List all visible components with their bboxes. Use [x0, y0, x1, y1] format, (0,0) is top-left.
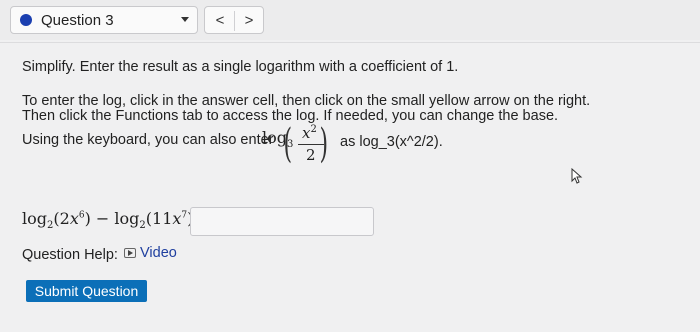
question-selector[interactable]: Question 3	[10, 6, 198, 34]
submit-question-button[interactable]: Submit Question	[26, 280, 147, 302]
keyboard-hint-prefix: Using the keyboard, you can also enter	[22, 132, 274, 148]
question-nav: < >	[204, 6, 264, 34]
header-divider	[0, 42, 700, 43]
instruction-log-line1: To enter the log, click in the answer ce…	[22, 93, 591, 109]
question-help-label: Question Help:	[22, 247, 118, 263]
prev-question-button[interactable]: <	[207, 11, 233, 31]
nav-separator	[234, 11, 235, 31]
chevron-down-icon	[181, 17, 189, 22]
mouse-cursor-icon	[571, 168, 583, 184]
fraction-denominator: 2	[306, 146, 316, 164]
top-bar: Question 3 < >	[0, 0, 700, 40]
status-dot-icon	[20, 14, 32, 26]
right-paren: )	[319, 121, 329, 167]
video-label: Video	[140, 245, 177, 261]
instruction-simplify: Simplify. Enter the result as a single l…	[22, 59, 459, 75]
fraction-numerator: x2	[302, 124, 317, 142]
left-paren: (	[283, 121, 293, 167]
problem-expression: log2(2x6) − log2(11x7)=	[22, 209, 207, 232]
question-label: Question 3	[41, 12, 114, 29]
answer-input[interactable]	[190, 207, 374, 236]
video-play-icon	[124, 248, 136, 258]
video-link[interactable]: Video	[124, 245, 177, 265]
keyboard-hint-suffix: as log_3(x^2/2).	[340, 134, 443, 150]
next-question-button[interactable]: >	[236, 11, 262, 31]
